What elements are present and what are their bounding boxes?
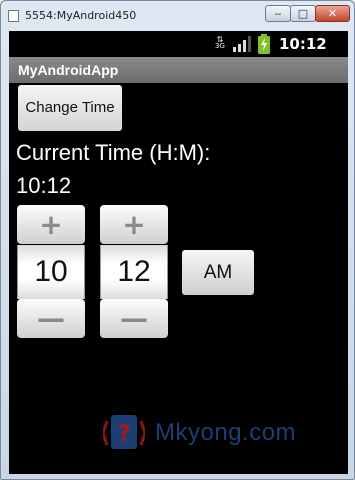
android-screen: ⇅ 3G 10:12 MyAndroidApp Change Time Curr… (9, 31, 348, 474)
window-title: 5554:MyAndroid450 (25, 9, 137, 22)
maximize-button[interactable]: □ (290, 5, 316, 22)
hour-increment-button[interactable]: + (17, 205, 85, 244)
svg-text:?: ? (118, 422, 131, 447)
plus-icon: + (39, 208, 63, 241)
plus-icon: + (122, 208, 146, 241)
hour-decrement-button[interactable]: — (17, 299, 85, 338)
network-type-label: 3G (215, 42, 225, 50)
change-time-button[interactable]: Change Time (18, 85, 122, 131)
watermark-text: Mkyong.com (155, 419, 297, 446)
minute-increment-button[interactable]: + (100, 205, 168, 244)
mkyong-logo-icon: ? (103, 415, 145, 449)
close-button[interactable]: ✕ (315, 5, 350, 22)
am-pm-toggle-button[interactable]: AM (182, 250, 254, 295)
emulator-window: 5554:MyAndroid450 ‒ □ ✕ ⇅ 3G 10:12 MyAnd… (0, 0, 355, 480)
hour-picker: + 10 — (17, 205, 85, 338)
status-clock: 10:12 (279, 35, 327, 53)
minute-decrement-button[interactable]: — (100, 299, 168, 338)
status-bar: ⇅ 3G 10:12 (9, 31, 348, 57)
window-titlebar[interactable]: 5554:MyAndroid450 ‒ □ ✕ (1, 1, 354, 31)
current-time-value: 10:12 (16, 173, 72, 198)
minus-icon: — (37, 302, 65, 335)
battery-charging-icon (258, 34, 270, 54)
app-title-bar: MyAndroidApp (9, 57, 348, 83)
minus-icon: — (120, 302, 148, 335)
current-time-label: Current Time (H:M): (16, 140, 211, 165)
signal-strength-icon (233, 36, 251, 52)
watermark: ? Mkyong.com (103, 411, 343, 457)
minimize-button[interactable]: ‒ (265, 5, 291, 22)
minute-value[interactable]: 12 (100, 245, 168, 299)
minute-picker: + 12 — (100, 205, 168, 338)
app-title: MyAndroidApp (18, 62, 119, 78)
app-window-icon (8, 10, 19, 22)
hour-value[interactable]: 10 (17, 245, 85, 299)
network-3g-icon: ⇅ 3G (213, 36, 227, 52)
